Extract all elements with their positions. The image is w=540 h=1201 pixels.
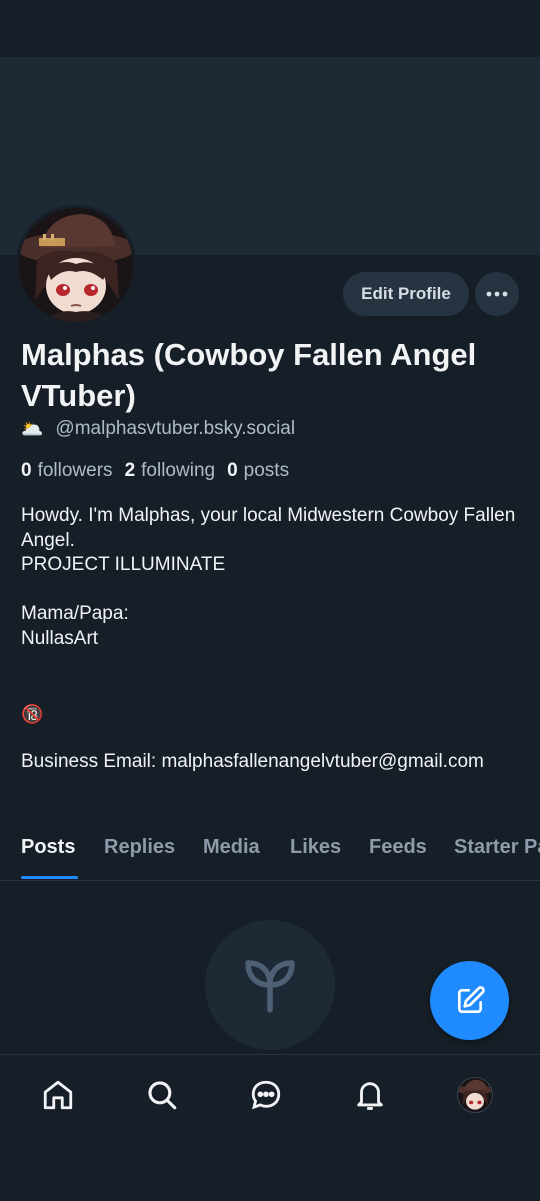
posts-stat: 0 posts (227, 460, 290, 481)
tab-likes[interactable]: Likes (290, 836, 341, 859)
avatar-image (19, 208, 133, 322)
handle-row: 🌥️ @malphasvtuber.bsky.social (21, 418, 295, 440)
no-under-18-icon: 🔞 (21, 703, 44, 724)
sprout-icon (245, 960, 295, 1013)
nav-home[interactable] (38, 1075, 78, 1115)
tab-media[interactable]: Media (203, 836, 260, 859)
nav-profile[interactable] (455, 1075, 495, 1115)
more-options-button[interactable] (475, 272, 519, 316)
bio-text: Howdy. I'm Malphas, your local Midwester… (21, 505, 516, 649)
nav-notifications[interactable] (350, 1075, 390, 1115)
tab-starter-packs[interactable]: Starter Packs (454, 836, 540, 859)
empty-state (205, 920, 335, 1050)
active-tab-indicator (21, 876, 78, 879)
followers-stat[interactable]: 0 followers (21, 460, 113, 482)
sun-behind-cloud-icon: 🌥️ (21, 418, 44, 439)
profile-display-name: Malphas (Cowboy Fallen Angel VTuber) (21, 337, 477, 413)
tab-feeds[interactable]: Feeds (369, 836, 427, 859)
home-icon (43, 1080, 73, 1110)
profile-avatar[interactable] (16, 205, 136, 325)
bell-icon (357, 1082, 383, 1110)
profile-avatar-small (457, 1077, 493, 1113)
nav-chat[interactable] (246, 1075, 286, 1115)
profile-tabs: Posts Replies Media Likes Feeds Starter … (0, 828, 540, 881)
status-bar (0, 0, 540, 57)
profile-stats: 0 followers 2 following 0 posts (21, 460, 289, 482)
chat-icon (251, 1080, 281, 1110)
profile-bio: Howdy. I'm Malphas, your local Midwester… (21, 504, 526, 775)
tab-replies[interactable]: Replies (104, 836, 175, 859)
profile-handle[interactable]: @malphasvtuber.bsky.social (55, 418, 295, 440)
compose-icon (457, 985, 485, 1013)
following-stat[interactable]: 2 following (125, 460, 216, 482)
tab-posts[interactable]: Posts (21, 836, 75, 859)
edit-profile-button[interactable]: Edit Profile (343, 272, 469, 316)
compose-post-button[interactable] (430, 961, 509, 1040)
more-horizontal-icon (486, 291, 508, 297)
bio-email[interactable]: Business Email: malphasfallenangelvtuber… (21, 750, 526, 775)
nav-search[interactable] (142, 1075, 182, 1115)
bottom-navigation (0, 1054, 540, 1201)
search-icon (148, 1081, 177, 1110)
